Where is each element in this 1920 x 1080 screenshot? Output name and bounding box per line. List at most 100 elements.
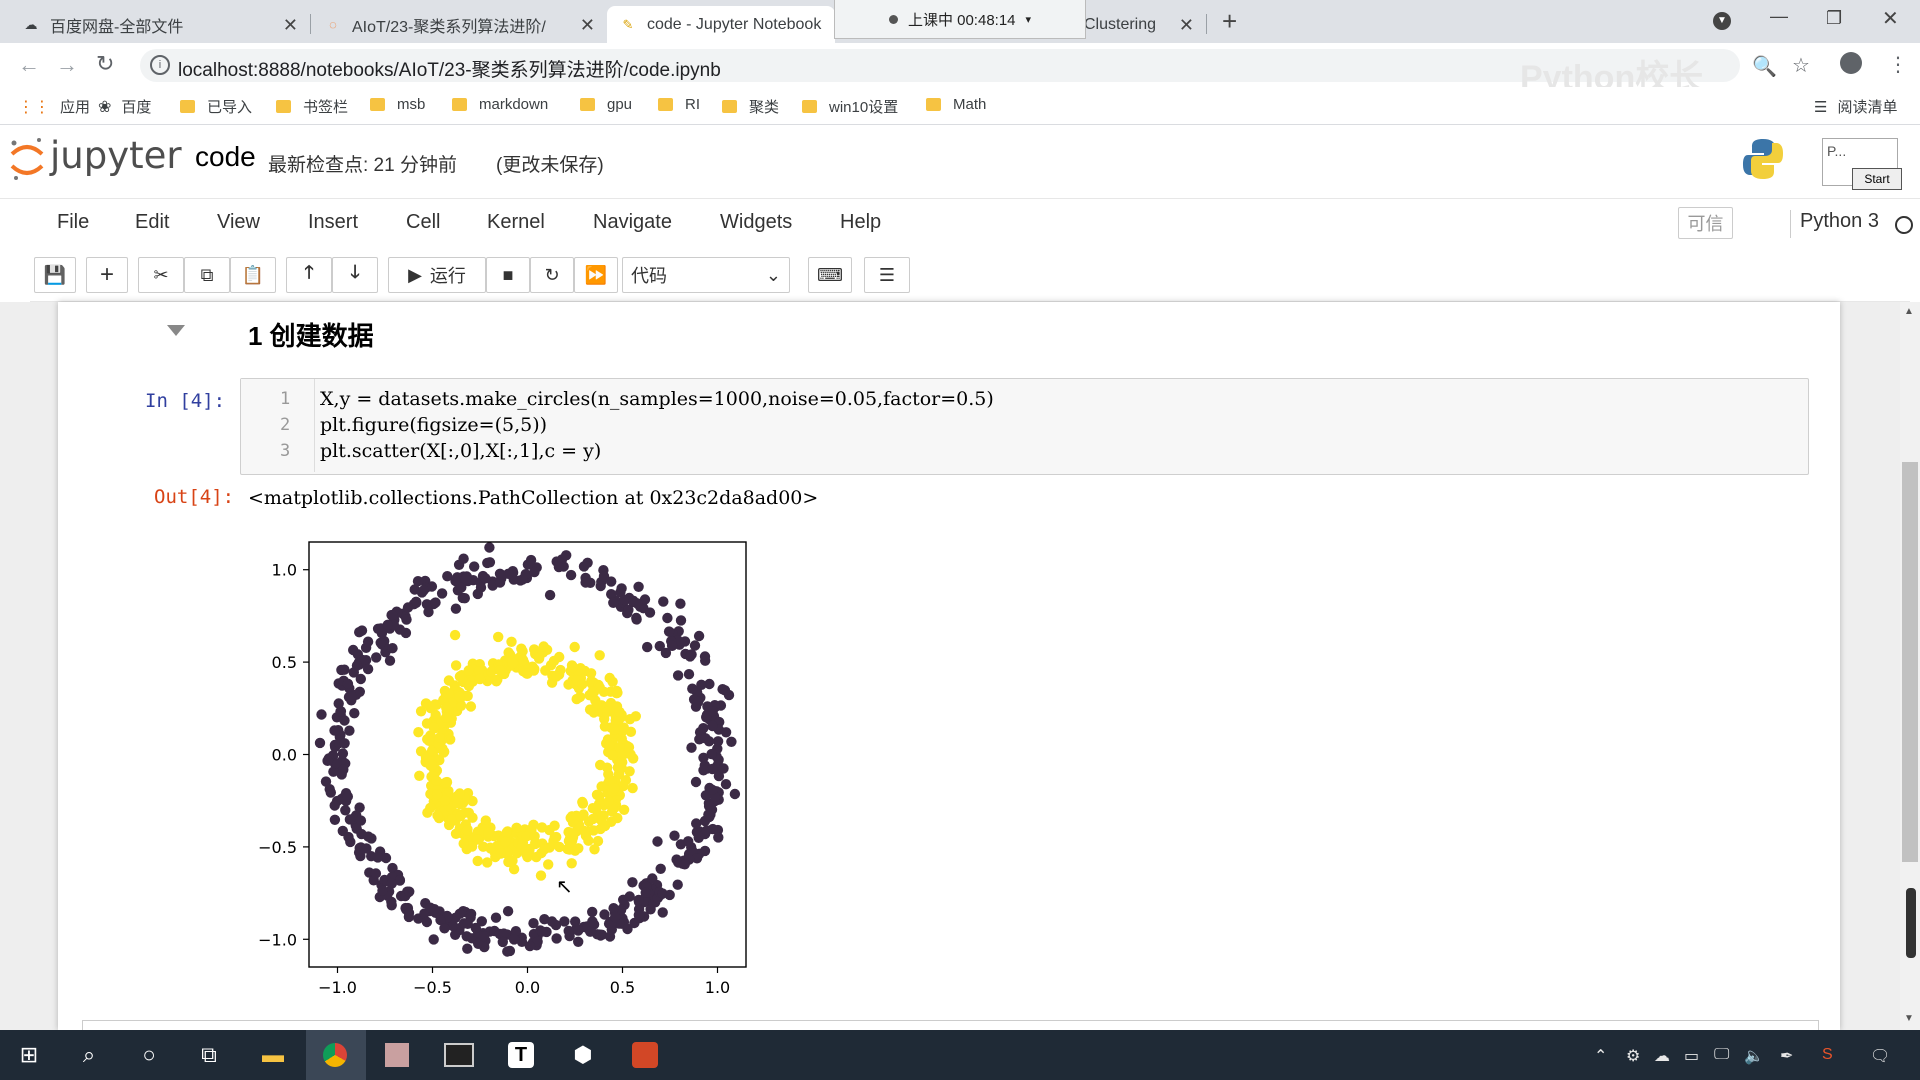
profile-avatar[interactable] [1840,52,1862,74]
info-icon[interactable]: i [150,55,170,75]
search-icon[interactable]: ⌕ [74,1040,104,1070]
command-palette-button[interactable]: ⌨ [808,257,852,293]
file-explorer-icon[interactable]: ▬ [258,1040,288,1070]
menu-cell[interactable]: Cell [406,211,440,234]
presentation-app-icon[interactable] [630,1040,660,1070]
jupyter-logo-icon[interactable] [8,136,46,182]
minimize-icon[interactable]: — [1770,6,1788,27]
typora-icon[interactable]: T [506,1040,536,1070]
terminal-icon[interactable] [444,1040,474,1070]
onedrive-icon[interactable]: ☁ [1654,1046,1670,1066]
zoom-icon[interactable]: 🔍 [1752,54,1777,79]
forward-icon[interactable]: → [56,52,78,78]
close-icon[interactable]: ✕ [580,15,595,36]
menu-kernel[interactable]: Kernel [487,211,545,234]
bookmark-win10[interactable]: win10设置 [802,96,898,117]
network-icon[interactable]: 🖵 [1714,1046,1729,1064]
reload-icon[interactable]: ↻ [96,51,114,77]
volume-icon[interactable]: 🔈 [1744,1046,1764,1066]
menu-help[interactable]: Help [840,211,881,234]
bookmark-bar-folder[interactable]: 书签栏 [276,96,348,117]
pen-icon[interactable]: ✒ [1780,1046,1793,1066]
more-menu-icon[interactable]: ⋮ [1888,52,1908,77]
cut-button[interactable]: ✂ [138,257,184,293]
notification-icon[interactable]: 🗨 [1870,1046,1890,1066]
tab-baidu-pan[interactable]: ☁ 百度网盘-全部文件 ✕ [10,6,310,43]
bookmark-msb[interactable]: msb [370,96,425,113]
scroll-up-icon[interactable]: ▲ [1904,306,1914,317]
jupyter-wordmark[interactable]: jupyter [50,134,182,177]
interrupt-button[interactable]: ■ [486,257,530,293]
menu-insert[interactable]: Insert [308,211,358,234]
restart-run-all-button[interactable]: ⏩ [574,257,618,293]
restart-button[interactable]: ↻ [530,257,574,293]
move-down-button[interactable]: 🡓 [332,257,378,293]
bookmark-gpu[interactable]: gpu [580,96,632,113]
section-heading[interactable]: 1 创建数据 [248,316,374,353]
code-line[interactable]: plt.figure(figsize=(5,5)) [320,414,547,436]
reading-list[interactable]: ☰ 阅读清单 [1814,96,1897,117]
move-up-button[interactable]: 🡑 [286,257,332,293]
bookmark-ri[interactable]: RI [658,96,700,113]
chrome-icon[interactable] [320,1040,350,1070]
run-button[interactable]: ▶ 运行 [388,257,486,293]
cell-type-select[interactable]: 代码 ⌄ [622,257,790,293]
start-button[interactable]: Start [1852,168,1902,190]
trusted-indicator[interactable]: 可信 [1678,207,1733,239]
tab-aiot-folder[interactable]: ◌ AIoT/23-聚类系列算法进阶/ ✕ [312,6,607,43]
menu-widgets[interactable]: Widgets [720,211,792,234]
close-icon[interactable]: ✕ [1179,15,1194,36]
tray-app-icon[interactable]: ⚙ [1626,1046,1640,1066]
scatter-point [544,589,556,601]
back-icon[interactable]: ← [18,52,40,78]
scatter-point [687,683,698,694]
close-window-icon[interactable]: ✕ [1882,6,1899,31]
save-button[interactable]: 💾 [34,257,76,293]
notebook-name[interactable]: code [195,141,256,173]
menu-view[interactable]: View [217,211,260,234]
menu-edit[interactable]: Edit [135,211,169,234]
bookmark-baidu[interactable]: ❀ 百度 [98,96,151,117]
cortana-icon[interactable]: ○ [134,1040,164,1070]
task-view-icon[interactable]: ⧉ [194,1040,224,1070]
x-tick-label: 0.5 [610,978,635,997]
tray-sogou-icon[interactable]: S [1822,1046,1833,1064]
bookmark-imported[interactable]: 已导入 [180,96,252,117]
list-icon: ☰ [878,264,896,285]
code-line[interactable]: plt.scatter(X[:,0],X[:,1],c = y) [320,440,601,462]
collapse-heading-icon[interactable] [167,325,185,336]
kernel-name[interactable]: Python 3 [1800,210,1879,233]
bookmark-math[interactable]: Math [926,96,986,113]
restore-icon[interactable]: ❐ [1826,8,1842,29]
recording-indicator[interactable]: 上课中 00:48:14 ▾ [834,0,1086,39]
tray-device-icon[interactable]: ▭ [1684,1046,1699,1066]
tray-chevron-up-icon[interactable]: ⌃ [1594,1046,1607,1066]
paste-button[interactable]: 📋 [230,257,276,293]
app-icon[interactable]: ⬢ [568,1040,598,1070]
scroll-down-icon[interactable]: ▼ [1904,1013,1914,1024]
bookmark-star-icon[interactable]: ☆ [1792,53,1810,78]
code-line[interactable]: X,y = datasets.make_circles(n_samples=10… [320,388,994,410]
menu-navigate[interactable]: Navigate [593,211,672,234]
scatter-point [478,931,490,942]
insert-cell-button[interactable]: + [86,257,128,293]
image-app-icon[interactable] [382,1040,412,1070]
bookmark-apps[interactable]: ⋮⋮ 应用 [18,96,90,117]
menu-file[interactable]: File [57,211,89,234]
scatter-point [702,701,713,712]
scrollbar-thumb[interactable] [1902,462,1918,862]
bookmark-markdown[interactable]: markdown [452,96,548,113]
new-tab-icon[interactable]: + [1222,6,1237,37]
scatter-point [664,889,675,901]
url-text[interactable]: localhost:8888/notebooks/AIoT/23-聚类系列算法进… [178,55,721,82]
tab-code-notebook[interactable]: ✎ code - Jupyter Notebook [607,6,835,43]
tab-clustering[interactable]: Clustering ✕ [1084,6,1202,43]
scatter-point [537,926,548,937]
bookmark-clustering[interactable]: 聚类 [722,96,779,117]
copy-button[interactable]: ⧉ [184,257,230,293]
tab-search-icon[interactable]: ▼ [1713,12,1731,30]
close-icon[interactable]: ✕ [283,15,298,36]
scatter-point [567,661,579,673]
toc-button[interactable]: ☰ [864,257,910,293]
windows-start-icon[interactable]: ⊞ [14,1040,44,1070]
